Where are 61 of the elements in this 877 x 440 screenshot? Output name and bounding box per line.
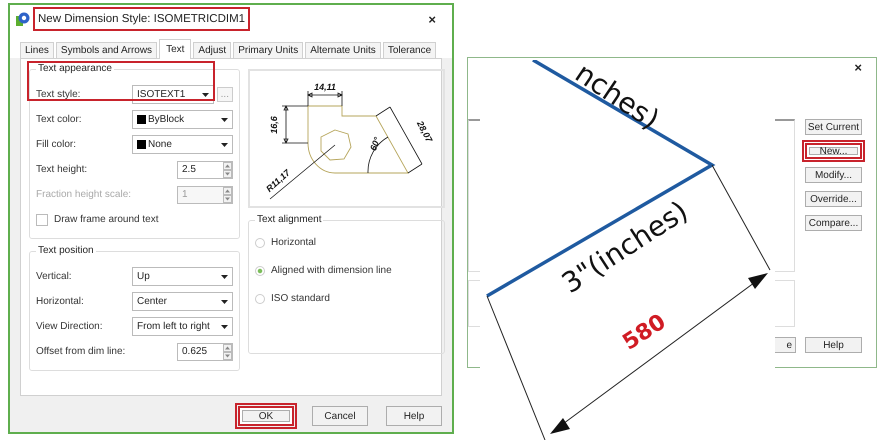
field-label: Horizontal:	[36, 296, 85, 307]
radio-button[interactable]	[255, 238, 265, 248]
caret-icon	[221, 324, 228, 328]
tab[interactable]: Symbols and Arrows	[56, 42, 158, 58]
dimension-label: 580	[618, 310, 671, 356]
dimension-label: 16,6	[269, 116, 279, 134]
dropdown[interactable]: None	[132, 135, 233, 154]
tab[interactable]: Primary Units	[233, 42, 304, 58]
caret-icon	[221, 274, 228, 278]
dropdown[interactable]: ByBlock	[132, 110, 233, 129]
option-label: Aligned with dimension line	[271, 265, 392, 276]
option-label: Horizontal	[271, 237, 316, 248]
dialog-button[interactable]: e	[774, 337, 796, 353]
tab[interactable]: Lines	[20, 42, 54, 58]
dialog-button[interactable]: New...	[805, 143, 862, 159]
dialog-button[interactable]: Help	[805, 337, 862, 353]
field-label: Text style:	[36, 89, 82, 100]
dialog-button[interactable]: Override...	[805, 191, 862, 207]
dialog-button[interactable]: Cancel	[312, 406, 368, 426]
dimension-label: 60°	[368, 136, 382, 152]
tab[interactable]: Text	[159, 39, 192, 59]
field-label: Fraction height scale:	[36, 189, 132, 200]
radio-button[interactable]	[255, 266, 265, 276]
tab[interactable]: Tolerance	[382, 42, 436, 58]
caret-icon	[221, 300, 228, 304]
spinner-arrows-icon	[223, 344, 232, 360]
checkbox[interactable]	[36, 214, 48, 226]
spin-field[interactable]: 2.5	[177, 160, 233, 178]
caret-icon	[202, 92, 209, 96]
dropdown[interactable]: From left to right	[132, 317, 233, 336]
field-label: Text height:	[36, 164, 88, 175]
option-label: ISO standard	[271, 293, 330, 304]
close-button[interactable]: ×	[428, 12, 436, 26]
field-label: Draw frame around text	[54, 214, 158, 225]
group-title: Text alignment	[255, 214, 324, 225]
dialog-button[interactable]: Set Current	[805, 119, 862, 135]
dialog-button[interactable]: OK	[238, 406, 294, 426]
dialog-button[interactable]: Modify...	[805, 167, 862, 183]
dimension-label: 14,11	[314, 82, 336, 92]
field-label: Vertical:	[36, 271, 73, 282]
caret-icon	[221, 142, 228, 146]
app-icon	[16, 12, 30, 26]
tab[interactable]: Adjust	[193, 42, 232, 58]
window-title: New Dimension Style: ISOMETRICDIM1	[36, 10, 248, 28]
dialog-button[interactable]: Compare...	[805, 215, 862, 231]
spinner-arrows-icon	[223, 162, 232, 178]
group-title: Text appearance	[36, 63, 114, 74]
field-label: Offset from dim line:	[36, 346, 126, 357]
dropdown[interactable]: Up	[132, 267, 233, 286]
field-label: Text color:	[36, 114, 83, 125]
caret-icon	[221, 118, 228, 122]
field-label: Fill color:	[36, 139, 78, 150]
field-label: View Direction:	[36, 321, 104, 332]
tab[interactable]: Alternate Units	[305, 42, 381, 58]
dialog-button[interactable]: Help	[386, 406, 442, 426]
close-button[interactable]: ×	[854, 60, 862, 75]
spinner-arrows-icon	[223, 186, 232, 202]
group-title: Text position	[36, 245, 96, 256]
dropdown[interactable]: Center	[132, 292, 233, 311]
radio-button[interactable]	[255, 294, 265, 304]
spin-field[interactable]: 0.625	[177, 342, 233, 360]
